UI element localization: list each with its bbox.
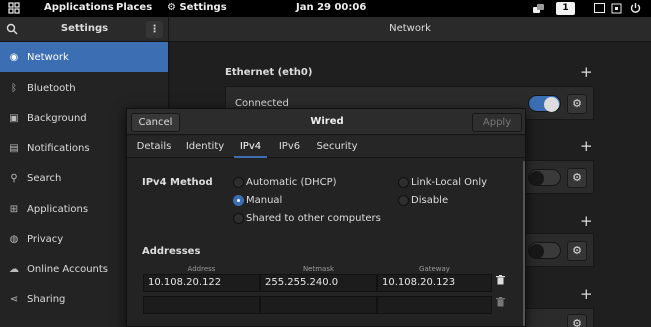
search-icon: ⚲ [10, 172, 18, 184]
tab-identity[interactable]: Identity [183, 136, 227, 158]
gateway-input[interactable]: 10.108.20.123 [377, 274, 492, 292]
radio-link-local[interactable] [398, 177, 409, 188]
connection-toggle-2[interactable] [528, 169, 561, 186]
sidebar-item-label: Sharing [27, 293, 66, 305]
disable-label: Disable [411, 195, 449, 206]
workspace-switcher-icon[interactable] [532, 3, 545, 17]
tab-ipv6[interactable]: IPv6 [273, 136, 306, 158]
trash-icon[interactable] [492, 275, 508, 291]
more-vertical-icon: ⋮ [149, 24, 160, 35]
settings-app-menu[interactable]: ⚙ Settings [167, 2, 227, 13]
bell-icon: ▤ [9, 142, 19, 154]
automatic-label: Automatic (DHCP) [246, 177, 337, 188]
sidebar-item-network[interactable]: ◉ Network [0, 42, 168, 72]
settings-app-label: Settings [179, 2, 227, 13]
sidebar-item-label: Online Accounts [27, 263, 109, 275]
connection-settings-button-3[interactable]: ⚙ [567, 241, 587, 261]
add-connection-button[interactable]: + [580, 65, 593, 80]
gear-icon: ⚙ [572, 97, 582, 110]
gear-icon: ⚙ [572, 171, 582, 184]
connection-toggle-3[interactable] [528, 242, 561, 259]
address-column-header: Address [187, 265, 216, 273]
connection-card-2: ⚙ [525, 160, 594, 194]
connection-settings-button-2[interactable]: ⚙ [567, 168, 587, 188]
sidebar-item-label: Network [27, 51, 69, 63]
gear-icon: ⚙ [167, 2, 176, 13]
add-button-3[interactable]: + [580, 214, 593, 229]
gateway-column-header: Gateway [419, 265, 450, 273]
connection-card-3: ⚙ [525, 233, 594, 267]
activities-icon[interactable] [8, 2, 20, 17]
add-button-4[interactable]: + [580, 287, 593, 302]
dialog-title: Wired [310, 116, 344, 127]
sidebar-item-label: Search [27, 172, 62, 184]
tab-details[interactable]: Details [133, 136, 175, 158]
scrollbar[interactable] [523, 161, 525, 326]
ethernet-settings-button[interactable]: ⚙ [567, 94, 587, 114]
link-local-label: Link-Local Only [411, 177, 488, 188]
background-icon: ▣ [9, 112, 19, 124]
gear-icon: ⚙ [572, 244, 582, 257]
connection-settings-button-4[interactable]: ⚙ [567, 314, 587, 327]
radio-manual[interactable] [233, 195, 244, 206]
netmask-input[interactable]: 255.255.240.0 [260, 274, 377, 292]
places-menu[interactable]: Places [116, 2, 152, 13]
menu-button[interactable]: ⋮ [146, 21, 163, 38]
trash-icon[interactable] [492, 297, 508, 313]
radio-automatic[interactable] [233, 177, 244, 188]
tab-ipv4[interactable]: IPv4 [234, 136, 267, 158]
connection-card-4: ⚙ [525, 308, 594, 327]
bluetooth-icon: ᛒ [11, 82, 17, 94]
privacy-icon: ◍ [9, 233, 19, 245]
power-icon[interactable] [630, 2, 641, 17]
sidebar-item-label: Background [27, 112, 87, 124]
tab-security[interactable]: Security [314, 136, 360, 158]
sidebar-item-bluetooth[interactable]: ᛒ Bluetooth [0, 73, 168, 103]
netmask-column-header: Netmask [302, 265, 335, 273]
sidebar-header: Settings ⋮ [0, 17, 169, 42]
workspace-indicator[interactable]: 1 [556, 2, 575, 15]
share-icon: ⋖ [9, 293, 19, 305]
addresses-label: Addresses [142, 246, 201, 257]
gateway-input-empty[interactable] [377, 296, 492, 314]
top-bar: Applications Places ⚙ Settings Jan 29 00… [0, 0, 651, 17]
ethernet-toggle[interactable] [528, 95, 561, 112]
apply-button[interactable]: Apply [472, 113, 522, 132]
ipv4-method-label: IPv4 Method [142, 177, 213, 188]
radio-disable[interactable] [398, 195, 409, 206]
applications-menu[interactable]: Applications [44, 2, 114, 13]
wired-dialog: Cancel Wired Apply Details Identity IPv4… [126, 108, 526, 327]
dialog-header: Cancel Wired Apply [127, 109, 525, 135]
ethernet-section-title: Ethernet (eth0) [225, 67, 313, 78]
radio-shared[interactable] [233, 213, 244, 224]
netmask-input-empty[interactable] [260, 296, 377, 314]
address-input[interactable]: 10.108.20.122 [143, 274, 260, 292]
address-input-empty[interactable] [143, 296, 260, 314]
add-button-2[interactable]: + [580, 139, 593, 154]
gear-icon: ⚙ [572, 317, 582, 327]
sidebar-item-label: Applications [27, 203, 89, 215]
clock[interactable]: Jan 29 00:06 [296, 2, 366, 13]
shared-label: Shared to other computers [246, 213, 381, 224]
grid-icon: ⊞ [9, 203, 19, 215]
network-icon: ◉ [9, 51, 19, 63]
manual-label: Manual [246, 195, 283, 206]
sidebar-item-label: Privacy [27, 233, 64, 245]
header-bar: Settings ⋮ Network [0, 17, 651, 42]
window-icon[interactable] [594, 3, 605, 16]
lock-icon[interactable] [611, 3, 622, 17]
dialog-tabs: Details Identity IPv4 IPv6 Security [127, 136, 525, 158]
sidebar-item-label: Notifications [27, 142, 90, 154]
cloud-icon: ☁ [9, 263, 19, 275]
sidebar-item-label: Bluetooth [27, 82, 76, 94]
panel-title: Network [389, 23, 431, 34]
sidebar-title: Settings [60, 23, 109, 34]
